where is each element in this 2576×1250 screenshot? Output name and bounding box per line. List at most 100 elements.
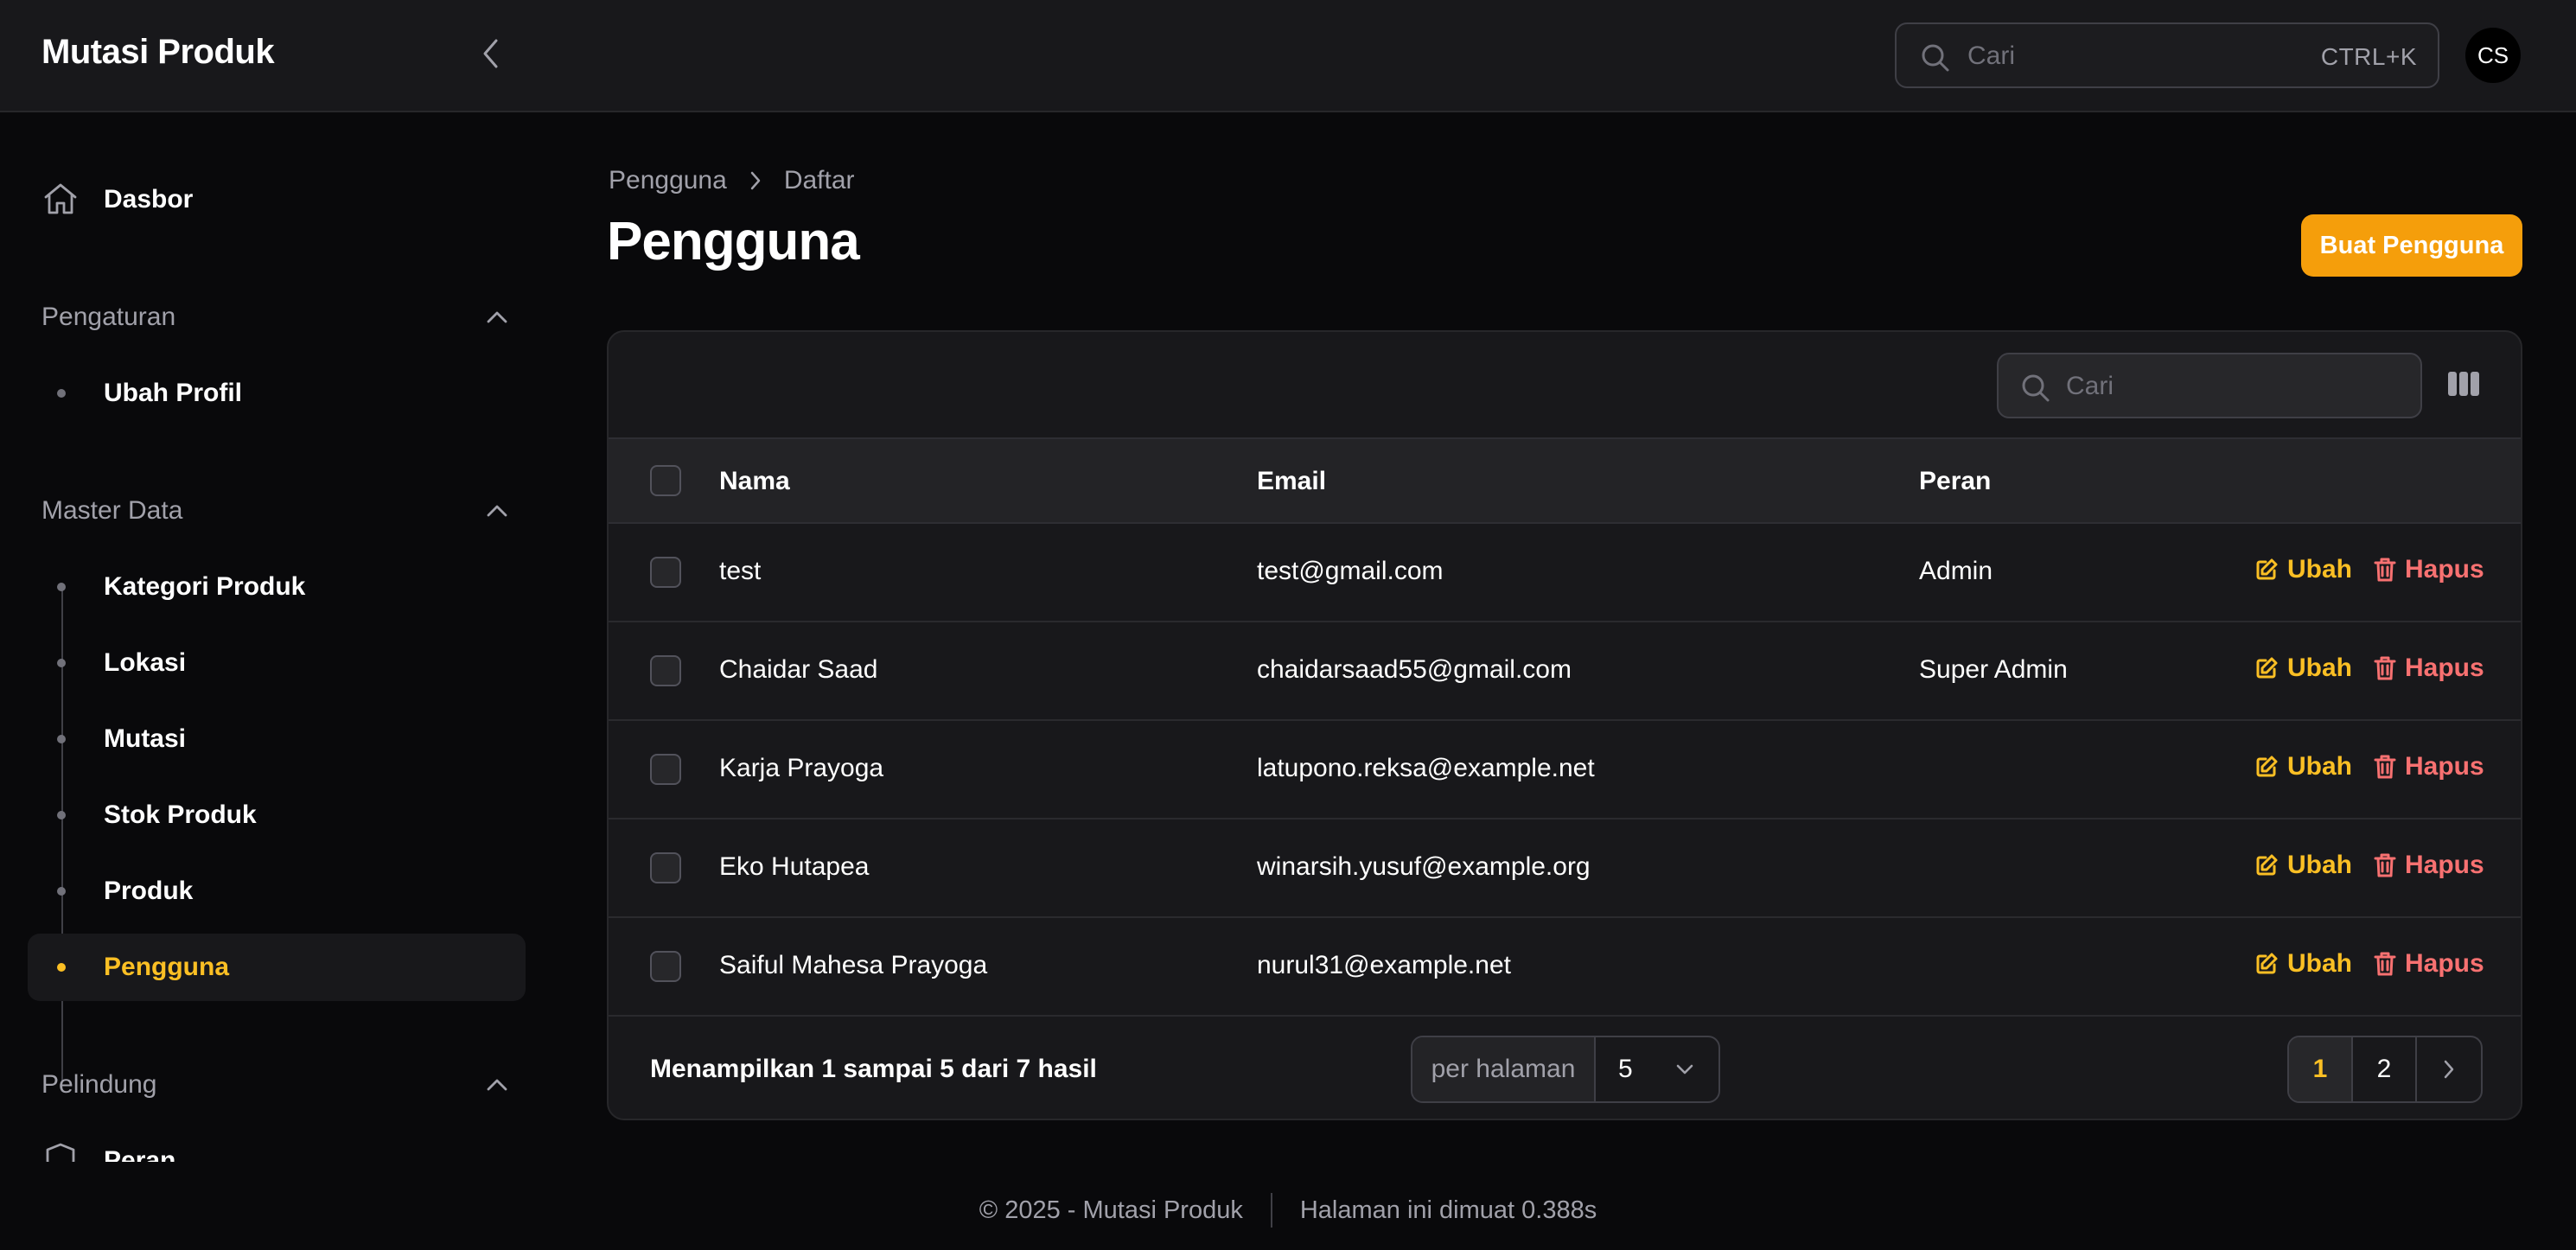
row-checkbox[interactable] [650, 754, 681, 785]
sidebar-item-label: Mutasi [104, 724, 187, 753]
column-header-role[interactable]: Peran [1919, 467, 1991, 496]
breadcrumb-link[interactable]: Pengguna [609, 166, 727, 195]
edit-button[interactable]: Ubah [2254, 654, 2352, 683]
page-1-button[interactable]: 1 [2289, 1037, 2354, 1101]
sidebar-item-label: Kategori Produk [104, 572, 306, 601]
per-page-value-dropdown[interactable]: 5 [1596, 1037, 1718, 1101]
cell-name: Eko Hutapea [719, 852, 870, 881]
delete-button[interactable]: Hapus [2374, 949, 2484, 979]
cell-email: nurul31@example.net [1257, 951, 1511, 979]
table-row: Chaidar Saad chaidarsaad55@gmail.com Sup… [609, 622, 2521, 721]
footer-divider [1270, 1193, 1272, 1228]
page-title: Pengguna [607, 212, 860, 271]
edit-icon [2256, 854, 2278, 876]
row-checkbox[interactable] [650, 655, 681, 686]
breadcrumb: Pengguna Daftar [609, 166, 855, 195]
group-master-data[interactable]: Master Data [41, 489, 508, 533]
edit-label: Ubah [2287, 949, 2352, 978]
edit-icon [2256, 756, 2278, 777]
chevron-left-icon [483, 39, 498, 68]
bullet-dot [57, 735, 66, 743]
columns-icon [2448, 372, 2479, 396]
trash-icon [2374, 952, 2396, 976]
cell-email: winarsih.yusuf@example.org [1257, 852, 1591, 881]
delete-button[interactable]: Hapus [2374, 851, 2484, 880]
sidebar-item-kategori-produk[interactable]: Kategori Produk [28, 553, 526, 621]
group-pengaturan[interactable]: Pengaturan [41, 296, 508, 339]
delete-label: Hapus [2405, 555, 2484, 584]
delete-button[interactable]: Hapus [2374, 752, 2484, 781]
delete-label: Hapus [2405, 949, 2484, 978]
sidebar-item-label: Peran [104, 1146, 176, 1162]
sidebar-item-label: Ubah Profil [104, 379, 243, 407]
table-search-input[interactable] [2066, 367, 2394, 406]
trash-icon [2374, 558, 2396, 582]
trash-icon [2374, 656, 2396, 680]
group-label: Master Data [41, 496, 183, 525]
edit-button[interactable]: Ubah [2254, 851, 2352, 880]
edit-icon [2256, 657, 2278, 679]
group-pelindung[interactable]: Pelindung [41, 1063, 508, 1107]
sidebar-item-ubah-profil[interactable]: Ubah Profil [28, 360, 526, 427]
sidebar-item-pengguna[interactable]: Pengguna [28, 934, 526, 1001]
bullet-dot [57, 583, 66, 591]
column-header-email[interactable]: Email [1257, 467, 1326, 496]
sidebar-item-label: Stok Produk [104, 800, 257, 829]
table-search[interactable] [1997, 353, 2422, 418]
bullet-dot [57, 811, 66, 820]
sidebar-item-produk[interactable]: Produk [28, 858, 526, 925]
table-row: Eko Hutapea winarsih.yusuf@example.org U… [609, 820, 2521, 918]
group-label: Pengaturan [41, 303, 176, 331]
edit-button[interactable]: Ubah [2254, 949, 2352, 979]
sidebar-item-lokasi[interactable]: Lokasi [28, 629, 526, 697]
sidebar-item-label: Pengguna [104, 953, 230, 981]
page-2-button[interactable]: 2 [2353, 1037, 2418, 1101]
next-page-button[interactable] [2417, 1037, 2481, 1101]
sidebar-item-label: Lokasi [104, 648, 187, 677]
select-all-checkbox[interactable] [650, 465, 681, 496]
toggle-columns-button[interactable] [2446, 367, 2481, 401]
create-user-button[interactable]: Buat Pengguna [2301, 214, 2522, 277]
global-search-input[interactable] [1967, 36, 2296, 76]
table-footer: Menampilkan 1 sampai 5 dari 7 hasil per … [609, 1017, 2521, 1119]
sidebar-item-peran[interactable]: Peran [28, 1127, 526, 1162]
cell-name: Chaidar Saad [719, 655, 878, 684]
app-title[interactable]: Mutasi Produk [41, 33, 275, 72]
column-header-name[interactable]: Nama [719, 467, 790, 496]
bullet-dot [57, 963, 66, 972]
chevron-up-icon [487, 1079, 507, 1091]
delete-button[interactable]: Hapus [2374, 555, 2484, 584]
pagination: 1 2 [2287, 1036, 2483, 1103]
chevron-right-icon [749, 170, 762, 191]
row-checkbox[interactable] [650, 852, 681, 883]
per-page-label: per halaman [1412, 1037, 1596, 1101]
sidebar-item-stok-produk[interactable]: Stok Produk [28, 781, 526, 849]
collapse-sidebar-button[interactable] [474, 36, 508, 71]
edit-button[interactable]: Ubah [2254, 555, 2352, 584]
cell-email: chaidarsaad55@gmail.com [1257, 655, 1572, 684]
sidebar-item-label: Produk [104, 877, 194, 905]
chevron-up-icon [487, 311, 507, 323]
cell-name: Karja Prayoga [719, 754, 884, 782]
global-search[interactable]: CTRL+K [1895, 22, 2439, 88]
delete-label: Hapus [2405, 752, 2484, 781]
row-checkbox[interactable] [650, 557, 681, 588]
table-row: Karja Prayoga latupono.reksa@example.net… [609, 721, 2521, 820]
edit-label: Ubah [2287, 752, 2352, 781]
cell-email: test@gmail.com [1257, 557, 1444, 585]
load-time-text: Halaman ini dimuat 0.388s [1299, 1196, 1597, 1224]
sidebar-item-dashboard[interactable]: Dasbor [28, 166, 526, 233]
edit-label: Ubah [2287, 851, 2352, 879]
delete-label: Hapus [2405, 654, 2484, 682]
per-page-select[interactable]: per halaman 5 [1411, 1036, 1720, 1103]
row-checkbox[interactable] [650, 951, 681, 982]
sidebar-item-label: Dasbor [104, 185, 194, 214]
search-icon [1922, 44, 1949, 72]
table-row: Saiful Mahesa Prayoga nurul31@example.ne… [609, 918, 2521, 1017]
delete-button[interactable]: Hapus [2374, 654, 2484, 683]
sidebar-item-mutasi[interactable]: Mutasi [28, 705, 526, 773]
avatar[interactable]: CS [2465, 28, 2521, 83]
breadcrumb-current: Daftar [783, 166, 855, 195]
home-icon [44, 183, 77, 214]
edit-button[interactable]: Ubah [2254, 752, 2352, 781]
